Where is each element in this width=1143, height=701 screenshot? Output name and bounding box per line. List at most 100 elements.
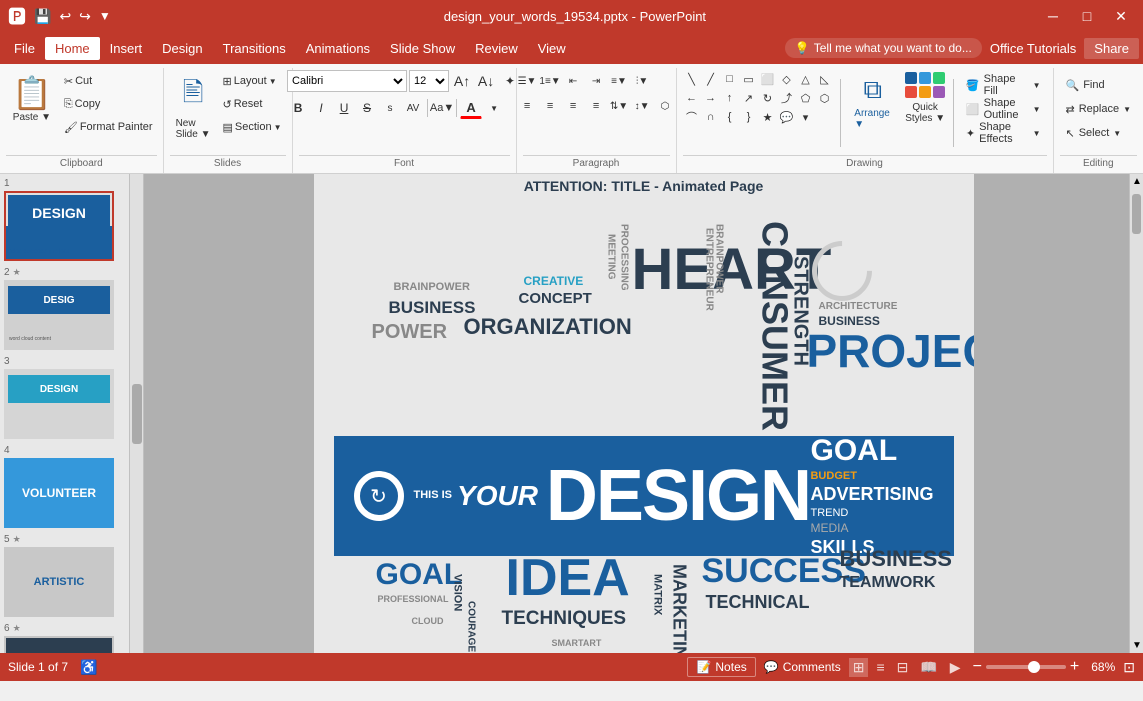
- shape-fill-button[interactable]: 🪣 Shape Fill ▼: [960, 74, 1047, 96]
- italic-button[interactable]: I: [310, 97, 332, 119]
- slide-thumb-6[interactable]: 6 ★ THANK: [4, 623, 125, 653]
- shape-line[interactable]: ╲: [683, 70, 701, 88]
- maximize-button[interactable]: □: [1073, 5, 1101, 27]
- smartart-button[interactable]: ⬡: [654, 95, 676, 117]
- file-menu[interactable]: File: [4, 37, 45, 60]
- shape-arrow4[interactable]: ↗: [740, 89, 758, 107]
- shape-hexa[interactable]: ⬡: [816, 89, 834, 107]
- reading-view-button[interactable]: 📖: [916, 657, 941, 678]
- insert-menu[interactable]: Insert: [100, 37, 153, 60]
- slide-img-2[interactable]: DESIG word cloud content: [4, 280, 114, 350]
- minimize-button[interactable]: ─: [1039, 5, 1067, 27]
- slide-thumb-1[interactable]: 1 DESIGN idea success project: [4, 178, 125, 261]
- slide-thumb-5[interactable]: 5 ★ ARTISTIC: [4, 534, 125, 617]
- zoom-slider[interactable]: [986, 665, 1066, 669]
- paste-button[interactable]: 📋 Paste ▼: [6, 70, 58, 127]
- columns-button[interactable]: ⫶▼: [631, 70, 653, 92]
- arrange-button[interactable]: ⧉ Arrange ▼: [846, 70, 899, 134]
- slide-panel[interactable]: 1 DESIGN idea success project 2 ★ DESIG …: [0, 174, 130, 653]
- zoom-plus-button[interactable]: +: [1070, 658, 1079, 676]
- scroll-thumb[interactable]: [1132, 194, 1141, 234]
- transitions-menu[interactable]: Transitions: [213, 37, 296, 60]
- decrease-indent-button[interactable]: ⇤: [562, 70, 584, 92]
- font-size-select[interactable]: 12: [409, 70, 449, 92]
- scroll-track[interactable]: [1130, 189, 1143, 638]
- shape-rect2[interactable]: ⬜: [759, 70, 777, 88]
- outline-view-button[interactable]: ≡: [872, 657, 888, 677]
- align-text-button[interactable]: ↕▼: [631, 95, 653, 117]
- align-left-button[interactable]: ≡: [516, 95, 538, 117]
- slide-img-1[interactable]: DESIGN idea success project: [4, 191, 114, 261]
- right-scrollbar[interactable]: ▲ ▼: [1129, 174, 1143, 653]
- style-swatch-2[interactable]: [919, 72, 931, 84]
- review-menu[interactable]: Review: [465, 37, 528, 60]
- shadow-button[interactable]: s: [379, 97, 401, 119]
- shape-callout[interactable]: 💬: [778, 108, 796, 126]
- shape-outline-button[interactable]: ⬜ Shape Outline ▼: [960, 98, 1047, 120]
- style-swatch-6[interactable]: [933, 86, 945, 98]
- cut-button[interactable]: ✂ Cut: [60, 70, 157, 92]
- slideshow-view-button[interactable]: ▶: [946, 657, 965, 678]
- shape-arrow2[interactable]: →: [702, 89, 720, 107]
- change-case-button[interactable]: Aa▼: [431, 97, 453, 119]
- section-button[interactable]: ▤ Section ▼: [218, 116, 285, 138]
- redo-icon[interactable]: ↪: [79, 8, 91, 25]
- style-swatch-4[interactable]: [905, 86, 917, 98]
- decrease-font-button[interactable]: A↓: [475, 70, 497, 92]
- font-color-button[interactable]: A: [460, 97, 482, 119]
- center-button[interactable]: ≡: [539, 95, 561, 117]
- shape-arrow5[interactable]: ↻: [759, 89, 777, 107]
- slide-img-4[interactable]: VOLUNTEER: [4, 458, 114, 528]
- shape-line2[interactable]: ╱: [702, 70, 720, 88]
- scroll-down-button[interactable]: ▼: [1130, 638, 1143, 653]
- zoom-minus-button[interactable]: −: [973, 658, 982, 676]
- slideshow-menu[interactable]: Slide Show: [380, 37, 465, 60]
- scroll-up-button[interactable]: ▲: [1130, 174, 1143, 189]
- normal-view-button[interactable]: ⊞: [849, 658, 869, 677]
- bold-button[interactable]: B: [287, 97, 309, 119]
- canvas-area[interactable]: ATTENTION: TITLE - Animated Page BRAINPO…: [130, 174, 1143, 653]
- comments-button[interactable]: 💬 Comments: [764, 660, 841, 674]
- notes-button[interactable]: 📝 Notes: [687, 657, 755, 677]
- save-icon[interactable]: 💾: [34, 8, 51, 25]
- style-swatch-3[interactable]: [933, 72, 945, 84]
- select-button[interactable]: ↖ Select ▼: [1060, 122, 1128, 144]
- slide-img-6[interactable]: THANK: [4, 636, 114, 653]
- tell-me-box[interactable]: 💡 Tell me what you want to do...: [785, 38, 982, 58]
- shape-rtriangle[interactable]: ◺: [816, 70, 834, 88]
- left-scrollbar[interactable]: [130, 174, 144, 653]
- increase-font-button[interactable]: A↑: [451, 70, 473, 92]
- view-menu[interactable]: View: [528, 37, 576, 60]
- left-scroll-thumb[interactable]: [132, 384, 142, 444]
- shape-rect[interactable]: □: [721, 70, 739, 88]
- replace-button[interactable]: ⇄ Replace ▼: [1060, 98, 1138, 120]
- share-button[interactable]: Share: [1084, 38, 1139, 59]
- animations-menu[interactable]: Animations: [296, 37, 380, 60]
- shape-curve1[interactable]: ⌒: [683, 108, 701, 126]
- slide-thumb-4[interactable]: 4 VOLUNTEER: [4, 445, 125, 528]
- home-tab[interactable]: Home: [45, 37, 100, 60]
- char-spacing-button[interactable]: AV: [402, 97, 424, 119]
- shape-arrow3[interactable]: ↑: [721, 89, 739, 107]
- fit-window-button[interactable]: ⊡: [1123, 659, 1135, 676]
- shape-effects-button[interactable]: ✦ Shape Effects ▼: [960, 122, 1047, 144]
- layout-button[interactable]: ⊞ Layout ▼: [218, 70, 285, 92]
- increase-indent-button[interactable]: ⇥: [585, 70, 607, 92]
- format-painter-button[interactable]: 🖌 Format Painter: [60, 116, 157, 138]
- shape-brace1[interactable]: {: [721, 108, 739, 126]
- undo-icon[interactable]: ↩: [59, 8, 71, 25]
- line-spacing-button[interactable]: ≡▼: [608, 70, 630, 92]
- slide-thumb-2[interactable]: 2 ★ DESIG word cloud content: [4, 267, 125, 350]
- text-direction-button[interactable]: ⇅▼: [608, 95, 630, 117]
- font-color-arrow[interactable]: ▼: [483, 97, 505, 119]
- shape-curve2[interactable]: ∩: [702, 108, 720, 126]
- design-menu[interactable]: Design: [152, 37, 212, 60]
- reset-button[interactable]: ↺ Reset: [218, 93, 285, 115]
- bullets-button[interactable]: ☰▼: [516, 70, 538, 92]
- shape-penta[interactable]: ⬠: [797, 89, 815, 107]
- close-button[interactable]: ✕: [1107, 5, 1135, 27]
- strikethrough-button[interactable]: S: [356, 97, 378, 119]
- shape-arrow1[interactable]: ←: [683, 89, 701, 107]
- align-right-button[interactable]: ≡: [562, 95, 584, 117]
- shape-triangle[interactable]: △: [797, 70, 815, 88]
